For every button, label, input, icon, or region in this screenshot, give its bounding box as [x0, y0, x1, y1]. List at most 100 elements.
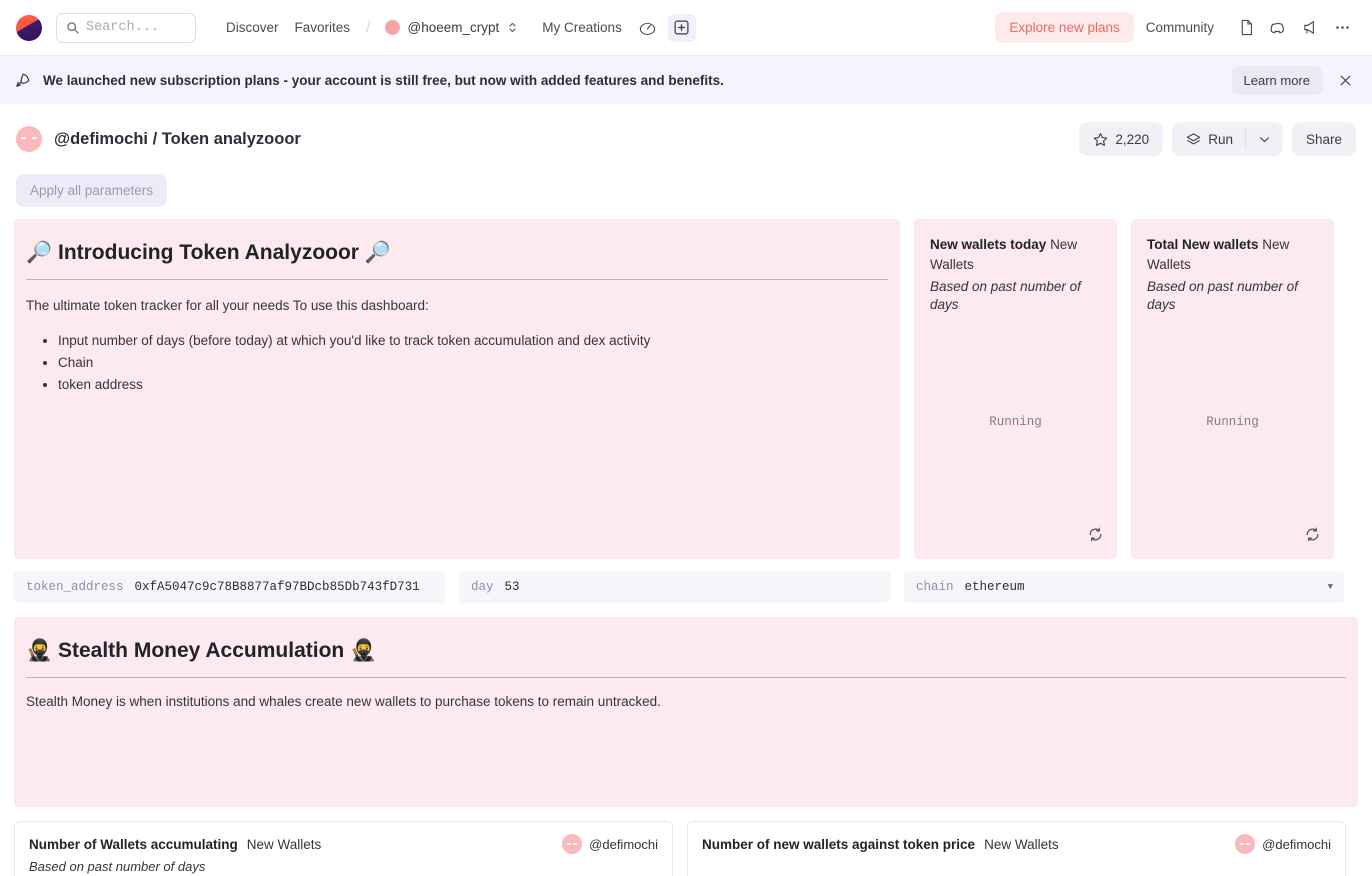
- dune-logo[interactable]: [16, 15, 42, 41]
- megaphone-icon-button[interactable]: [1296, 14, 1324, 42]
- param-value: 0xfA5047c9c78B8877af97BDcb85Db743fD731: [135, 580, 420, 594]
- banner-actions: Learn more: [1232, 66, 1358, 95]
- star-button[interactable]: 2,220: [1079, 122, 1163, 156]
- widget-title-text: Total New wallets: [1147, 237, 1259, 252]
- wallets-accumulating-widget: Number of Wallets accumulating New Walle…: [14, 821, 673, 876]
- widget-type: New Wallets: [247, 837, 322, 852]
- refresh-button[interactable]: [1088, 527, 1103, 547]
- megaphone-icon: [1302, 19, 1319, 36]
- docs-icon-button[interactable]: [1232, 14, 1260, 42]
- rocket-icon: [14, 72, 31, 89]
- user-handle: @hoeem_crypt: [408, 20, 500, 35]
- widget-title: Total New wallets New Wallets: [1147, 235, 1318, 276]
- parameter-row: token_address 0xfA5047c9c78B8877af97BDcb…: [0, 559, 1372, 603]
- create-new-button[interactable]: [668, 14, 696, 42]
- owner-handle: @defimochi: [1262, 837, 1331, 852]
- widget-owner[interactable]: @defimochi: [1235, 834, 1331, 854]
- apply-all-parameters-button[interactable]: Apply all parameters: [16, 174, 167, 207]
- search-icon: [66, 21, 79, 34]
- param-key: chain: [916, 580, 954, 594]
- intro-widget: 🔎 Introducing Token Analyzooor 🔎 The ult…: [14, 219, 900, 559]
- owner-handle: @defimochi: [589, 837, 658, 852]
- run-label: Run: [1208, 132, 1233, 147]
- search-input[interactable]: Search...: [56, 13, 196, 43]
- avatar: [562, 834, 582, 854]
- nav-link-discover[interactable]: Discover: [218, 15, 287, 40]
- refresh-icon: [1088, 527, 1103, 542]
- list-item: Chain: [58, 352, 888, 374]
- param-token-address[interactable]: token_address 0xfA5047c9c78B8877af97BDcb…: [14, 571, 445, 603]
- param-key: token_address: [26, 580, 124, 594]
- apply-parameters-bar: Apply all parameters: [0, 168, 1372, 219]
- avatar: [16, 126, 42, 152]
- star-count: 2,220: [1115, 132, 1149, 147]
- widget-subtitle: Based on past number of days: [29, 859, 658, 874]
- nav-separator: /: [366, 19, 370, 37]
- page-title: @defimochi / Token analyzooor: [54, 130, 301, 149]
- refresh-button[interactable]: [1305, 527, 1320, 547]
- param-day[interactable]: day 53: [459, 571, 890, 603]
- refresh-icon: [1305, 527, 1320, 542]
- nav-link-my-creations[interactable]: My Creations: [534, 15, 630, 40]
- close-icon: [1338, 73, 1353, 88]
- banner-text: We launched new subscription plans - you…: [43, 73, 724, 88]
- widget-type: New Wallets: [984, 837, 1059, 852]
- run-button[interactable]: Run: [1172, 132, 1245, 147]
- widget-subtitle: Based on past number of days: [1147, 278, 1318, 316]
- nav-link-favorites[interactable]: Favorites: [287, 15, 359, 40]
- widget-status: Running: [1131, 415, 1334, 429]
- widget-title: New wallets today New Wallets: [930, 235, 1101, 276]
- close-banner-button[interactable]: [1332, 67, 1358, 93]
- stealth-paragraph: Stealth Money is when institutions and w…: [26, 694, 1346, 709]
- navbar: Search... Discover Favorites / @hoeem_cr…: [0, 0, 1372, 56]
- list-item: token address: [58, 374, 888, 396]
- nav-link-community[interactable]: Community: [1138, 15, 1222, 40]
- widget-owner[interactable]: @defimochi: [562, 834, 658, 854]
- speedometer-icon-button[interactable]: [634, 14, 662, 42]
- more-options-button[interactable]: [1328, 14, 1356, 42]
- chevron-down-icon: [1258, 133, 1271, 146]
- chevron-up-down-icon: [507, 21, 518, 34]
- layers-icon: [1186, 132, 1201, 147]
- widget-header: Number of Wallets accumulating New Walle…: [29, 834, 658, 854]
- widget-status: Running: [914, 415, 1117, 429]
- stealth-money-widget: 🥷 Stealth Money Accumulation 🥷 Stealth M…: [14, 617, 1358, 807]
- param-key: day: [471, 580, 494, 594]
- learn-more-button[interactable]: Learn more: [1232, 66, 1322, 95]
- plus-square-icon: [673, 19, 690, 36]
- list-item: Input number of days (before today) at w…: [58, 330, 888, 352]
- explore-new-plans-button[interactable]: Explore new plans: [995, 12, 1133, 43]
- run-button-group: Run: [1172, 122, 1283, 156]
- intro-bullet-list: Input number of days (before today) at w…: [58, 330, 888, 396]
- star-icon: [1093, 132, 1108, 147]
- docs-icon: [1238, 19, 1255, 36]
- stealth-heading: 🥷 Stealth Money Accumulation 🥷: [26, 639, 1346, 678]
- widget-title: Number of new wallets against token pric…: [702, 837, 975, 852]
- widget-title: Number of Wallets accumulating: [29, 837, 238, 852]
- intro-paragraph: The ultimate token tracker for all your …: [26, 296, 888, 316]
- run-options-button[interactable]: [1246, 133, 1283, 146]
- wallets-against-price-widget: Number of new wallets against token pric…: [687, 821, 1346, 876]
- chevron-down-icon: ▼: [1328, 582, 1333, 592]
- widget-title-text: New wallets today: [930, 237, 1046, 252]
- discord-icon-button[interactable]: [1264, 14, 1292, 42]
- search-placeholder: Search...: [86, 20, 159, 35]
- total-new-wallets-widget: Total New wallets New Wallets Based on p…: [1131, 219, 1334, 559]
- share-label: Share: [1306, 132, 1342, 147]
- param-chain-select[interactable]: chain ethereum ▼: [904, 571, 1344, 603]
- dashboard-actions: 2,220 Run Share: [1079, 122, 1356, 156]
- new-wallets-today-widget: New wallets today New Wallets Based on p…: [914, 219, 1117, 559]
- dashboard-grid-bottom: Number of Wallets accumulating New Walle…: [14, 821, 1358, 876]
- speedometer-icon: [639, 19, 656, 36]
- param-value: ethereum: [965, 580, 1025, 594]
- user-avatar-icon: [385, 20, 400, 35]
- discord-icon: [1269, 19, 1287, 37]
- dashboard-grid-top: 🔎 Introducing Token Analyzooor 🔎 The ult…: [0, 219, 1372, 559]
- announcement-banner: We launched new subscription plans - you…: [0, 56, 1372, 104]
- user-selector[interactable]: @hoeem_crypt: [379, 16, 525, 39]
- navbar-right: Explore new plans Community: [995, 12, 1356, 43]
- share-button[interactable]: Share: [1292, 122, 1356, 156]
- dashboard-header: @defimochi / Token analyzooor 2,220 Run: [0, 104, 1372, 168]
- widget-header: Number of new wallets against token pric…: [702, 834, 1331, 854]
- widget-subtitle: Based on past number of days: [930, 278, 1101, 316]
